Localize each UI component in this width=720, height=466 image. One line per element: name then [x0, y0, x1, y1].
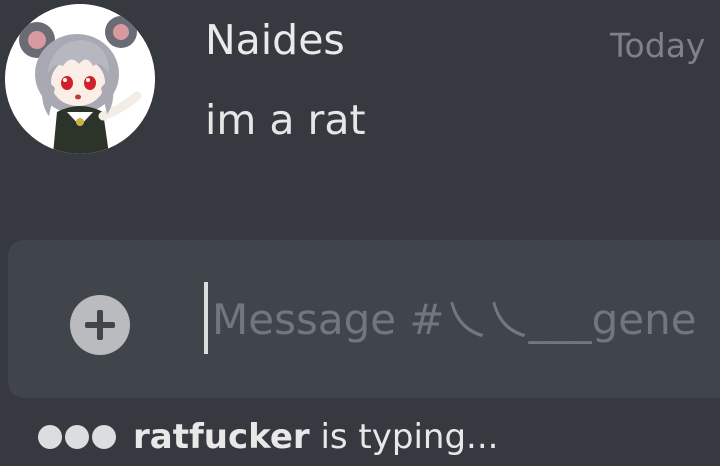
avatar[interactable] [5, 4, 155, 154]
text-caret [204, 282, 208, 354]
typing-dots-icon [38, 425, 119, 449]
avatar-image [5, 4, 155, 154]
typing-text: is typing... [309, 417, 499, 457]
message-composer [8, 240, 720, 398]
typing-indicator: ratfucker is typing... [38, 413, 498, 461]
plus-circle-icon [85, 310, 115, 340]
typing-user: ratfucker [133, 417, 310, 457]
message-input[interactable] [212, 286, 720, 352]
message-timestamp: Today [610, 26, 706, 65]
message-author[interactable]: Naides [205, 14, 345, 66]
chat-message: Naides Today im a rat [0, 0, 720, 220]
message-content: im a rat [205, 96, 366, 144]
attach-button[interactable] [70, 295, 130, 355]
